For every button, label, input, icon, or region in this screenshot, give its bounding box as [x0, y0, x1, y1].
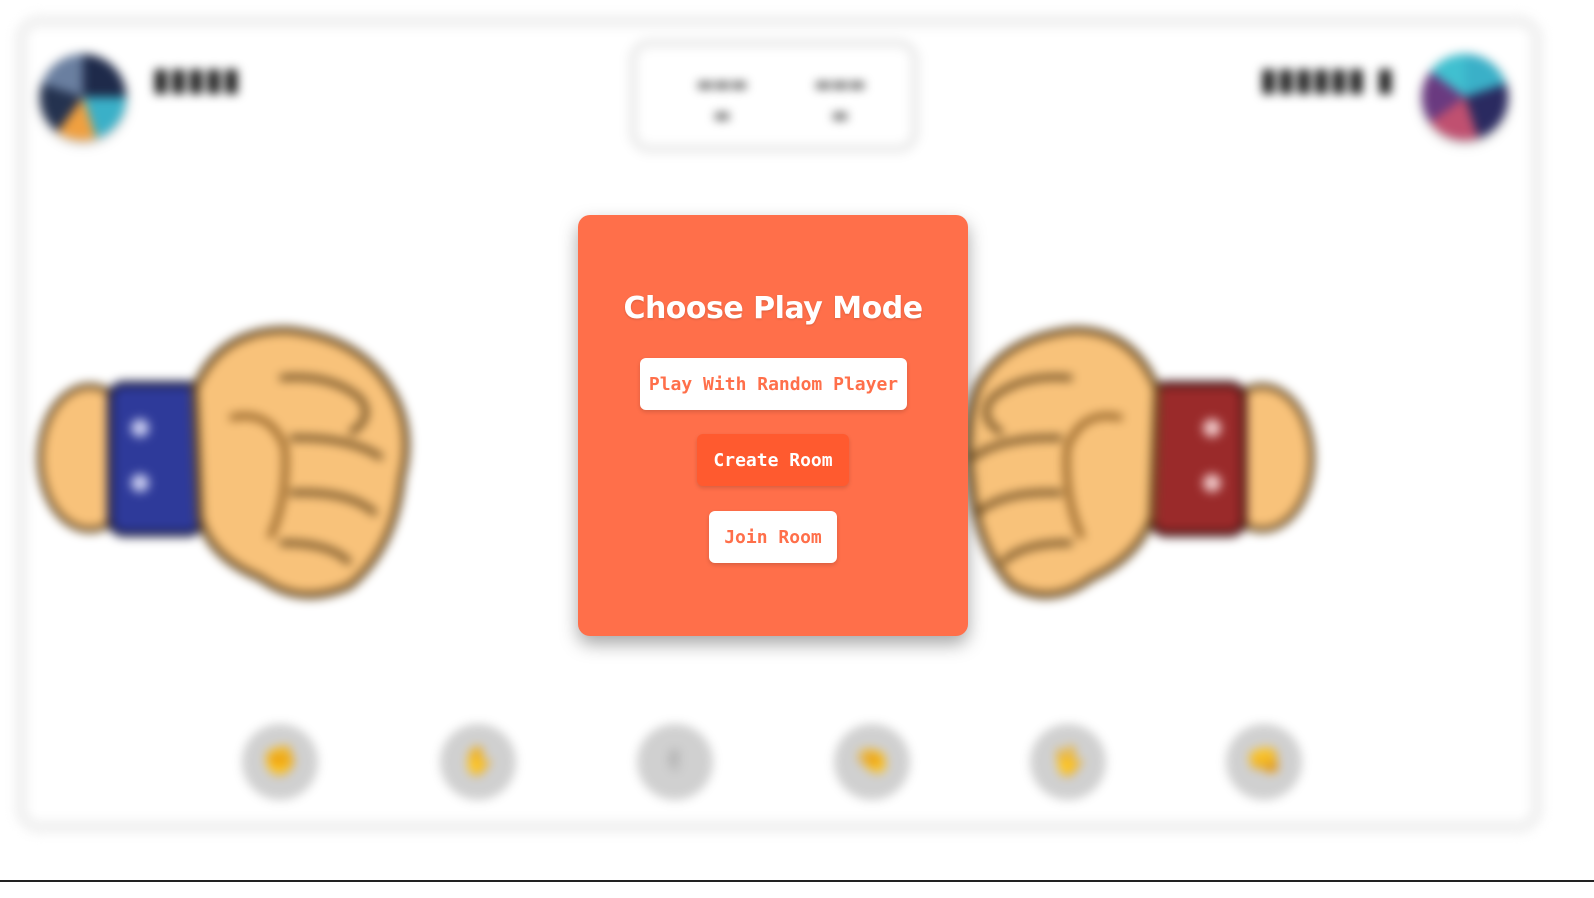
paper-icon: ✋	[460, 744, 496, 777]
left-fist-icon	[37, 326, 410, 599]
choice-paper-button[interactable]: ✋	[440, 724, 516, 800]
player-name-left: ▮▮▮▮▮	[152, 60, 241, 98]
score-left: ▬▬▬ ▬	[696, 74, 748, 126]
bottom-divider	[0, 880, 1594, 882]
choice-spock-button[interactable]: 🖖	[1030, 724, 1106, 800]
scissors-icon: ✌	[663, 744, 687, 777]
right-fist-icon	[963, 326, 1315, 599]
dialog-title: Choose Play Mode	[623, 291, 923, 326]
play-mode-dialog: Choose Play Mode Play With Random Player…	[578, 215, 968, 636]
join-room-button[interactable]: Join Room	[709, 511, 837, 563]
fist-icon: 👊	[1246, 744, 1282, 777]
scoreboard: ▬▬▬ ▬ ▬▬▬ ▬	[628, 38, 920, 154]
rock-icon: ✊	[262, 744, 298, 777]
choice-lizard-button[interactable]: 🤏	[834, 724, 910, 800]
game-screen: ▮▮▮▮▮ ▬▬▬ ▬ ▬▬▬ ▬ ▮▮▮▮▮▮ ▮ ✊ ✋ ✌ 🤏 🖖 👊 C…	[0, 0, 1594, 898]
player-avatar-right	[1422, 54, 1508, 140]
choice-scissors-button[interactable]: ✌	[637, 724, 713, 800]
lizard-icon: 🤏	[854, 744, 890, 777]
spock-icon: 🖖	[1050, 744, 1086, 777]
score-right: ▬▬▬ ▬	[814, 74, 866, 126]
choice-fist-button[interactable]: 👊	[1226, 724, 1302, 800]
choice-rock-button[interactable]: ✊	[242, 724, 318, 800]
player-name-right: ▮▮▮▮▮▮ ▮	[1259, 60, 1394, 98]
create-room-button[interactable]: Create Room	[697, 434, 849, 486]
player-avatar-left	[40, 54, 126, 140]
play-random-player-button[interactable]: Play With Random Player	[640, 358, 907, 410]
